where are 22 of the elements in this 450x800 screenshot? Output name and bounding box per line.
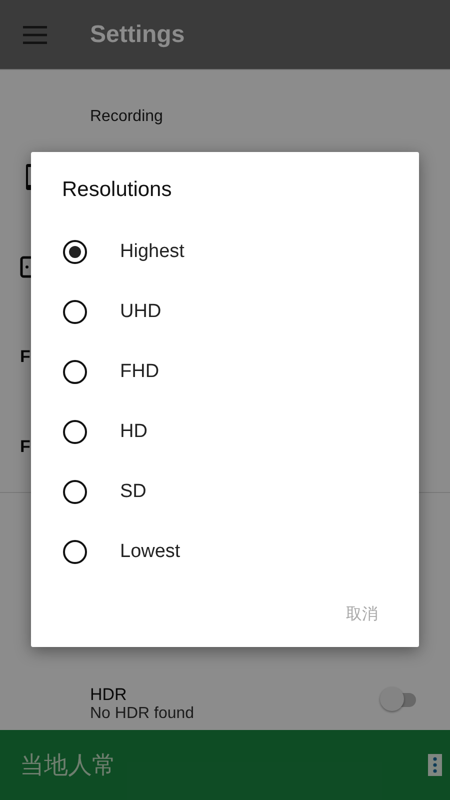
option-label[interactable]: UHD [120, 301, 162, 323]
screen-title: Settings [90, 20, 185, 48]
option-label[interactable]: SD [120, 481, 146, 503]
radio-button[interactable] [63, 480, 87, 504]
radio-button[interactable] [63, 240, 87, 264]
setting-title: F [20, 347, 30, 367]
radio-button[interactable] [63, 300, 87, 324]
setting-title: HDR [90, 685, 128, 705]
option-label[interactable]: HD [120, 421, 148, 443]
option-label[interactable]: Lowest [120, 541, 180, 563]
frame-icon [20, 256, 31, 278]
setting-title: F [20, 437, 30, 457]
option-label[interactable]: FHD [120, 361, 160, 383]
ad-text: 当地人常 [20, 751, 117, 781]
dialog-title: Resolutions [62, 178, 173, 203]
radio-button[interactable] [63, 360, 87, 384]
category-header: Recording [90, 108, 163, 125]
radio-button[interactable] [63, 540, 87, 564]
radio-button[interactable] [63, 420, 87, 444]
setting-summary: No HDR found [90, 705, 196, 723]
option-label[interactable]: Highest [120, 241, 184, 263]
more-icon[interactable] [428, 754, 442, 776]
